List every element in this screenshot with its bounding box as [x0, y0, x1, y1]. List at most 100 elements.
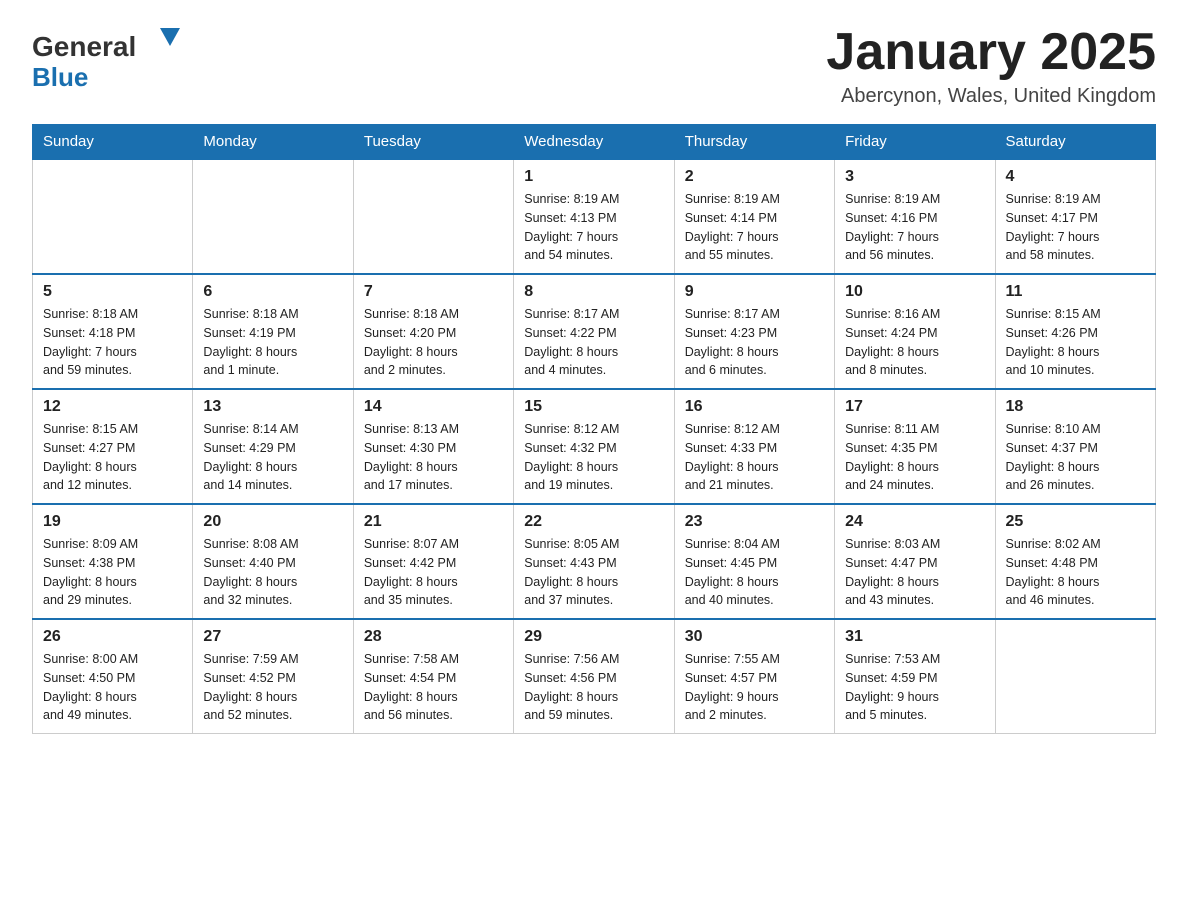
- day-info: Sunrise: 8:07 AM Sunset: 4:42 PM Dayligh…: [364, 535, 503, 610]
- day-info: Sunrise: 8:18 AM Sunset: 4:18 PM Dayligh…: [43, 305, 182, 380]
- col-saturday: Saturday: [995, 125, 1155, 160]
- day-info: Sunrise: 8:19 AM Sunset: 4:17 PM Dayligh…: [1006, 190, 1145, 265]
- day-info: Sunrise: 8:03 AM Sunset: 4:47 PM Dayligh…: [845, 535, 984, 610]
- calendar-cell-w4-d2: 20 Sunrise: 8:08 AM Sunset: 4:40 PM Dayli…: [193, 504, 353, 619]
- calendar-cell-w4-d4: 22 Sunrise: 8:05 AM Sunset: 4:43 PM Dayli…: [514, 504, 674, 619]
- week-row-4: 19Sunrise: 8:09 AM Sunset: 4:38 PM Dayli…: [33, 504, 1156, 619]
- calendar-cell-w5-d6: 31 Sunrise: 7:53 AM Sunset: 4:59 PM Dayli…: [835, 619, 995, 734]
- col-friday: Friday: [835, 125, 995, 160]
- day-number: 20: [203, 513, 342, 531]
- col-sunday: Sunday: [33, 125, 193, 160]
- calendar-cell-w4-d1: 19Sunrise: 8:09 AM Sunset: 4:38 PM Dayli…: [33, 504, 193, 619]
- day-number: 18: [1006, 398, 1145, 416]
- day-number: 9: [685, 283, 824, 301]
- calendar-cell-w2-d6: 10 Sunrise: 8:16 AM Sunset: 4:24 PM Dayli…: [835, 274, 995, 389]
- day-info: Sunrise: 8:04 AM Sunset: 4:45 PM Dayligh…: [685, 535, 824, 610]
- calendar-table: Sunday Monday Tuesday Wednesday Thursday…: [32, 124, 1156, 734]
- calendar-cell-w3-d6: 17 Sunrise: 8:11 AM Sunset: 4:35 PM Dayli…: [835, 389, 995, 504]
- day-info: Sunrise: 7:55 AM Sunset: 4:57 PM Dayligh…: [685, 650, 824, 725]
- calendar-cell-w5-d5: 30 Sunrise: 7:55 AM Sunset: 4:57 PM Dayli…: [674, 619, 834, 734]
- day-number: 16: [685, 398, 824, 416]
- day-number: 23: [685, 513, 824, 531]
- day-number: 7: [364, 283, 503, 301]
- week-row-5: 26 Sunrise: 8:00 AM Sunset: 4:50 PM Dayli…: [33, 619, 1156, 734]
- calendar-cell-w1-d3: [353, 159, 513, 274]
- day-info: Sunrise: 8:17 AM Sunset: 4:23 PM Dayligh…: [685, 305, 824, 380]
- day-number: 22: [524, 513, 663, 531]
- day-info: Sunrise: 8:14 AM Sunset: 4:29 PM Dayligh…: [203, 420, 342, 495]
- day-info: Sunrise: 8:17 AM Sunset: 4:22 PM Dayligh…: [524, 305, 663, 380]
- logo-svg: General Blue: [32, 24, 182, 92]
- month-title: January 2025: [826, 24, 1156, 81]
- day-number: 13: [203, 398, 342, 416]
- day-info: Sunrise: 8:19 AM Sunset: 4:14 PM Dayligh…: [685, 190, 824, 265]
- calendar-cell-w3-d5: 16 Sunrise: 8:12 AM Sunset: 4:33 PM Dayli…: [674, 389, 834, 504]
- day-info: Sunrise: 7:56 AM Sunset: 4:56 PM Dayligh…: [524, 650, 663, 725]
- day-number: 21: [364, 513, 503, 531]
- day-info: Sunrise: 8:18 AM Sunset: 4:19 PM Dayligh…: [203, 305, 342, 380]
- day-number: 29: [524, 628, 663, 646]
- calendar-cell-w1-d6: 3Sunrise: 8:19 AM Sunset: 4:16 PM Daylig…: [835, 159, 995, 274]
- week-row-2: 5 Sunrise: 8:18 AM Sunset: 4:18 PM Daylig…: [33, 274, 1156, 389]
- logo: General Blue: [32, 24, 182, 92]
- calendar-cell-w4-d6: 24 Sunrise: 8:03 AM Sunset: 4:47 PM Dayli…: [835, 504, 995, 619]
- calendar-cell-w3-d3: 14 Sunrise: 8:13 AM Sunset: 4:30 PM Dayli…: [353, 389, 513, 504]
- day-number: 8: [524, 283, 663, 301]
- svg-text:Blue: Blue: [32, 62, 88, 92]
- day-number: 5: [43, 283, 182, 301]
- day-number: 17: [845, 398, 984, 416]
- week-row-3: 12 Sunrise: 8:15 AM Sunset: 4:27 PM Dayli…: [33, 389, 1156, 504]
- day-info: Sunrise: 8:11 AM Sunset: 4:35 PM Dayligh…: [845, 420, 984, 495]
- calendar-cell-w5-d3: 28Sunrise: 7:58 AM Sunset: 4:54 PM Dayli…: [353, 619, 513, 734]
- calendar-cell-w3-d1: 12 Sunrise: 8:15 AM Sunset: 4:27 PM Dayli…: [33, 389, 193, 504]
- svg-text:General: General: [32, 31, 136, 62]
- day-info: Sunrise: 8:12 AM Sunset: 4:32 PM Dayligh…: [524, 420, 663, 495]
- calendar-cell-w5-d4: 29 Sunrise: 7:56 AM Sunset: 4:56 PM Dayli…: [514, 619, 674, 734]
- calendar-cell-w5-d2: 27Sunrise: 7:59 AM Sunset: 4:52 PM Dayli…: [193, 619, 353, 734]
- day-info: Sunrise: 8:12 AM Sunset: 4:33 PM Dayligh…: [685, 420, 824, 495]
- col-thursday: Thursday: [674, 125, 834, 160]
- calendar-cell-w2-d1: 5 Sunrise: 8:18 AM Sunset: 4:18 PM Daylig…: [33, 274, 193, 389]
- day-info: Sunrise: 8:13 AM Sunset: 4:30 PM Dayligh…: [364, 420, 503, 495]
- day-number: 4: [1006, 168, 1145, 186]
- day-number: 26: [43, 628, 182, 646]
- location: Abercynon, Wales, United Kingdom: [826, 85, 1156, 108]
- calendar-cell-w1-d1: [33, 159, 193, 274]
- calendar-cell-w4-d5: 23 Sunrise: 8:04 AM Sunset: 4:45 PM Dayli…: [674, 504, 834, 619]
- day-number: 2: [685, 168, 824, 186]
- day-info: Sunrise: 8:15 AM Sunset: 4:27 PM Dayligh…: [43, 420, 182, 495]
- day-info: Sunrise: 8:16 AM Sunset: 4:24 PM Dayligh…: [845, 305, 984, 380]
- calendar-cell-w5-d1: 26 Sunrise: 8:00 AM Sunset: 4:50 PM Dayli…: [33, 619, 193, 734]
- day-number: 31: [845, 628, 984, 646]
- day-info: Sunrise: 8:05 AM Sunset: 4:43 PM Dayligh…: [524, 535, 663, 610]
- calendar-cell-w1-d2: [193, 159, 353, 274]
- day-info: Sunrise: 8:08 AM Sunset: 4:40 PM Dayligh…: [203, 535, 342, 610]
- day-number: 1: [524, 168, 663, 186]
- calendar-cell-w5-d7: [995, 619, 1155, 734]
- day-number: 10: [845, 283, 984, 301]
- calendar-cell-w3-d7: 18 Sunrise: 8:10 AM Sunset: 4:37 PM Dayli…: [995, 389, 1155, 504]
- calendar-cell-w4-d3: 21 Sunrise: 8:07 AM Sunset: 4:42 PM Dayli…: [353, 504, 513, 619]
- calendar-cell-w1-d5: 2 Sunrise: 8:19 AM Sunset: 4:14 PM Daylig…: [674, 159, 834, 274]
- day-info: Sunrise: 8:19 AM Sunset: 4:13 PM Dayligh…: [524, 190, 663, 265]
- day-number: 27: [203, 628, 342, 646]
- day-info: Sunrise: 8:15 AM Sunset: 4:26 PM Dayligh…: [1006, 305, 1145, 380]
- day-number: 24: [845, 513, 984, 531]
- calendar-cell-w2-d7: 11Sunrise: 8:15 AM Sunset: 4:26 PM Dayli…: [995, 274, 1155, 389]
- day-number: 15: [524, 398, 663, 416]
- col-wednesday: Wednesday: [514, 125, 674, 160]
- day-info: Sunrise: 8:10 AM Sunset: 4:37 PM Dayligh…: [1006, 420, 1145, 495]
- title-block: January 2025 Abercynon, Wales, United Ki…: [826, 24, 1156, 108]
- col-tuesday: Tuesday: [353, 125, 513, 160]
- day-number: 12: [43, 398, 182, 416]
- day-info: Sunrise: 8:02 AM Sunset: 4:48 PM Dayligh…: [1006, 535, 1145, 610]
- day-info: Sunrise: 8:18 AM Sunset: 4:20 PM Dayligh…: [364, 305, 503, 380]
- calendar-cell-w2-d3: 7 Sunrise: 8:18 AM Sunset: 4:20 PM Daylig…: [353, 274, 513, 389]
- day-number: 30: [685, 628, 824, 646]
- day-number: 14: [364, 398, 503, 416]
- day-number: 25: [1006, 513, 1145, 531]
- calendar-cell-w3-d4: 15 Sunrise: 8:12 AM Sunset: 4:32 PM Dayli…: [514, 389, 674, 504]
- day-number: 28: [364, 628, 503, 646]
- day-info: Sunrise: 7:53 AM Sunset: 4:59 PM Dayligh…: [845, 650, 984, 725]
- day-info: Sunrise: 8:00 AM Sunset: 4:50 PM Dayligh…: [43, 650, 182, 725]
